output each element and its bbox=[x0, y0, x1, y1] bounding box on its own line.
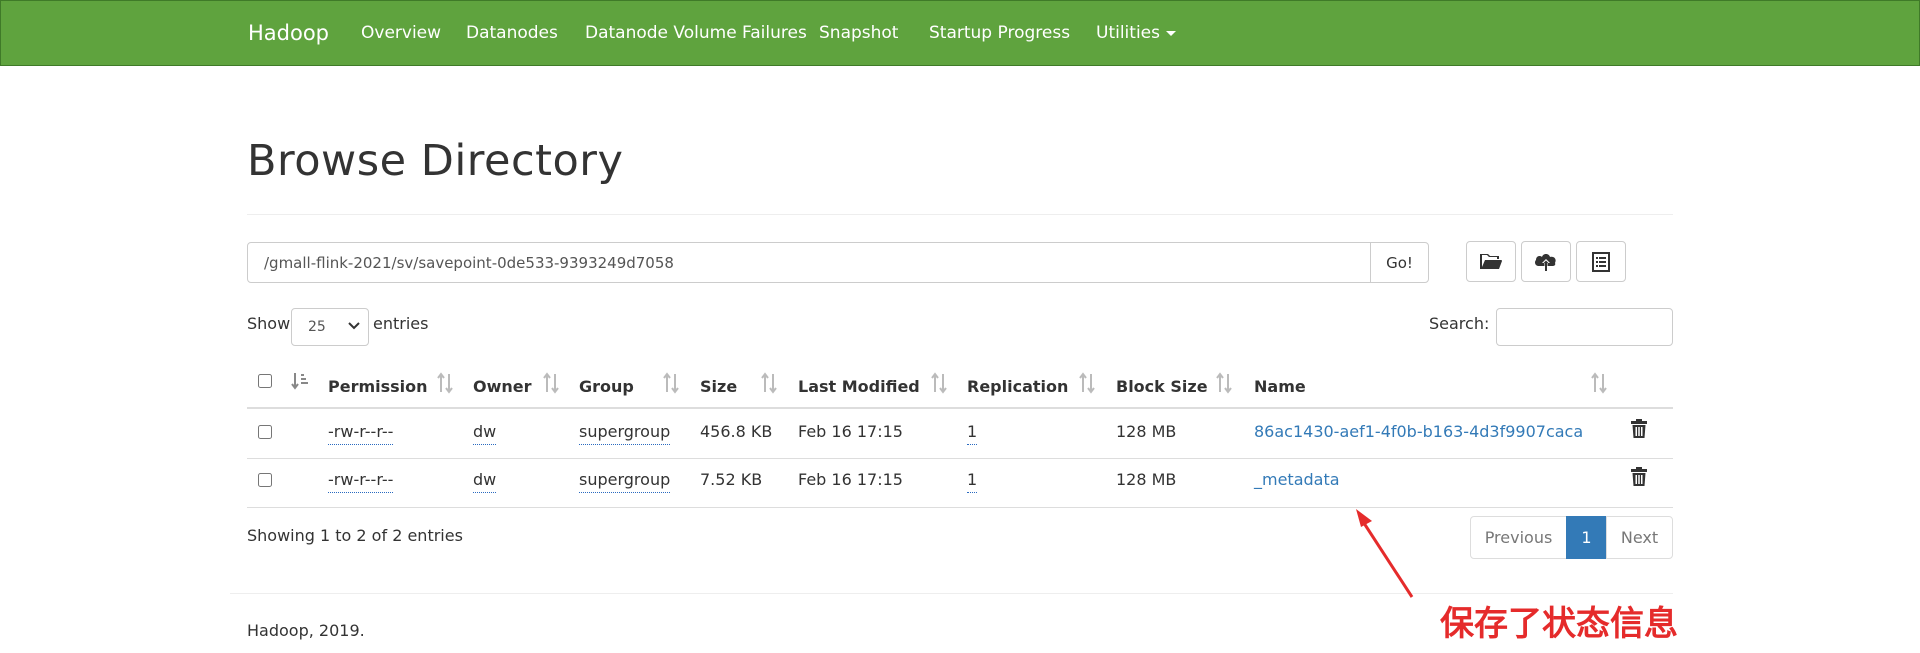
row-checkbox[interactable] bbox=[258, 473, 272, 487]
modified-cell: Feb 16 17:15 bbox=[798, 422, 903, 441]
search-label: Search: bbox=[1429, 314, 1490, 333]
cloud-upload-icon bbox=[1535, 253, 1556, 271]
title-divider bbox=[247, 214, 1673, 215]
nav-utilities[interactable]: Utilities bbox=[1096, 1, 1176, 65]
sort-both-icon[interactable] bbox=[760, 372, 778, 394]
size-cell: 456.8 KB bbox=[700, 422, 773, 441]
row-checkbox[interactable] bbox=[258, 425, 272, 439]
group-cell[interactable]: supergroup bbox=[579, 469, 671, 493]
trash-icon[interactable] bbox=[1630, 419, 1648, 439]
sort-both-icon[interactable] bbox=[662, 372, 680, 394]
replication-cell[interactable]: 1 bbox=[967, 421, 978, 445]
file-name-link[interactable]: 86ac1430-aef1-4f0b-b163-4d3f9907caca bbox=[1254, 420, 1583, 444]
table-header-divider bbox=[247, 407, 1673, 409]
block-size-cell: 128 MB bbox=[1116, 470, 1177, 489]
create-directory-button[interactable] bbox=[1466, 241, 1516, 282]
column-header-owner[interactable]: Owner bbox=[473, 374, 532, 400]
pagination: Previous 1 Next bbox=[1470, 516, 1673, 559]
sort-ascending-icon[interactable] bbox=[291, 371, 309, 391]
block-size-cell: 128 MB bbox=[1116, 422, 1177, 441]
column-header-block-size[interactable]: Block Size bbox=[1116, 374, 1208, 400]
table-info: Showing 1 to 2 of 2 entries bbox=[247, 526, 463, 545]
permission-cell[interactable]: -rw-r--r-- bbox=[328, 469, 394, 493]
sort-both-icon[interactable] bbox=[436, 372, 454, 394]
page-title: Browse Directory bbox=[247, 136, 624, 186]
nav-utilities-label: Utilities bbox=[1096, 23, 1160, 43]
folder-open-icon bbox=[1480, 253, 1502, 269]
annotation-text: 保存了状态信息 bbox=[1440, 604, 1678, 644]
modified-cell: Feb 16 17:15 bbox=[798, 470, 903, 489]
page-1-button[interactable]: 1 bbox=[1566, 516, 1607, 559]
sort-both-icon[interactable] bbox=[1590, 372, 1608, 394]
sort-both-icon[interactable] bbox=[930, 372, 948, 394]
previous-page-button[interactable]: Previous bbox=[1470, 516, 1567, 559]
row-divider bbox=[247, 507, 1673, 508]
footer-text: Hadoop, 2019. bbox=[247, 621, 365, 640]
column-header-last-modified[interactable]: Last Modified bbox=[798, 374, 920, 400]
nav-datanode-volume-failures[interactable]: Datanode Volume Failures bbox=[585, 1, 807, 65]
column-header-permission[interactable]: Permission bbox=[328, 374, 428, 400]
select-all-checkbox[interactable] bbox=[258, 374, 272, 388]
page-length-select[interactable]: 25 bbox=[291, 308, 369, 346]
file-name-link[interactable]: _metadata bbox=[1254, 468, 1340, 492]
upload-file-button[interactable] bbox=[1521, 241, 1571, 282]
list-alt-icon bbox=[1592, 251, 1610, 272]
owner-cell[interactable]: dw bbox=[473, 469, 497, 493]
row-divider bbox=[247, 458, 1673, 459]
column-header-group[interactable]: Group bbox=[579, 374, 634, 400]
directory-path-input[interactable] bbox=[247, 242, 1371, 283]
show-label: Show bbox=[247, 314, 291, 333]
size-cell: 7.52 KB bbox=[700, 470, 763, 489]
column-header-size[interactable]: Size bbox=[700, 374, 737, 400]
annotation-arrow-icon bbox=[1356, 509, 1414, 598]
caret-down-icon bbox=[1165, 30, 1176, 36]
entries-label: entries bbox=[373, 314, 429, 333]
nav-snapshot[interactable]: Snapshot bbox=[819, 1, 898, 65]
navbar-brand[interactable]: Hadoop bbox=[248, 1, 329, 65]
replication-cell[interactable]: 1 bbox=[967, 469, 978, 493]
sort-both-icon[interactable] bbox=[1078, 372, 1096, 394]
chevron-down-icon bbox=[348, 322, 360, 330]
sort-both-icon[interactable] bbox=[1215, 372, 1233, 394]
column-header-replication[interactable]: Replication bbox=[967, 374, 1068, 400]
go-button[interactable]: Go! bbox=[1370, 242, 1429, 283]
cut-paste-button[interactable] bbox=[1576, 241, 1626, 282]
column-header-name[interactable]: Name bbox=[1254, 374, 1306, 400]
trash-icon[interactable] bbox=[1630, 467, 1648, 487]
sort-both-icon[interactable] bbox=[542, 372, 560, 394]
group-cell[interactable]: supergroup bbox=[579, 421, 671, 445]
nav-startup-progress[interactable]: Startup Progress bbox=[929, 1, 1070, 65]
nav-overview[interactable]: Overview bbox=[361, 1, 441, 65]
page-length-value: 25 bbox=[308, 319, 326, 335]
footer-divider bbox=[230, 593, 1673, 594]
nav-datanodes[interactable]: Datanodes bbox=[466, 1, 558, 65]
navbar: Hadoop Overview Datanodes Datanode Volum… bbox=[0, 0, 1920, 66]
owner-cell[interactable]: dw bbox=[473, 421, 497, 445]
search-input[interactable] bbox=[1496, 308, 1673, 346]
next-page-button[interactable]: Next bbox=[1606, 516, 1673, 559]
permission-cell[interactable]: -rw-r--r-- bbox=[328, 421, 394, 445]
